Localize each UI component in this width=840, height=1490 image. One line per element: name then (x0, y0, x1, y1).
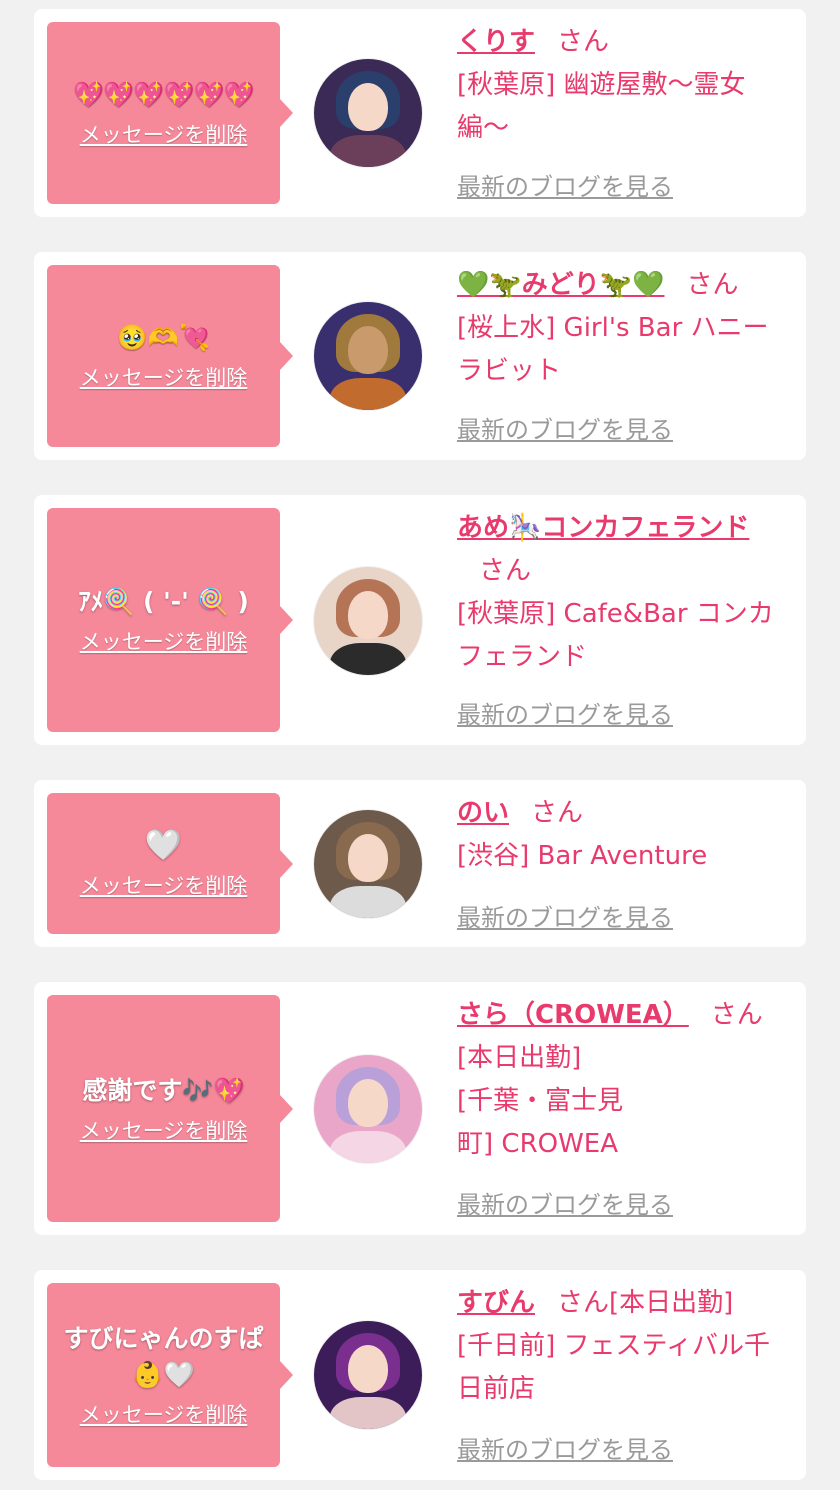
work-status: [本日出勤] (609, 1288, 734, 1318)
message-card: すびにゃんのすぱ👶🤍 メッセージを削除 すびん さん[本日出勤] [千日前] フェ… (34, 1270, 806, 1480)
shop-name: [秋葉原] Cafe&Bar コンカフェランド (457, 599, 774, 672)
cast-info: さら（CROWEA） さん [本日出勤] [千葉・富士見町] CROWEA (457, 994, 792, 1166)
message-card: 🤍 メッセージを削除 のい さん [渋谷] Bar Aventure 最新のブログ… (34, 780, 806, 947)
message-card: 🥹🫶💘 メッセージを削除 💚🦖みどり🦖💚 さん [桜上水] Girl's Bar … (34, 252, 806, 460)
avatar[interactable] (314, 1321, 422, 1429)
cast-name-link[interactable]: さら（CROWEA） (457, 1000, 689, 1030)
avatar-body (330, 1397, 406, 1429)
shop-name: [千葉・富士見町] CROWEA (457, 1086, 624, 1159)
latest-blog-link[interactable]: 最新のブログを見る (457, 410, 673, 445)
honorific: さん (531, 798, 584, 828)
delete-message-link[interactable]: メッセージを削除 (80, 119, 248, 149)
cast-name-link[interactable]: くりす (457, 27, 535, 57)
honorific: さん (557, 1288, 610, 1318)
message-bubble: 🥹🫶💘 メッセージを削除 (47, 265, 293, 447)
message-text: 💖💖💖💖💖💖 (73, 80, 255, 109)
avatar-face (348, 1079, 388, 1127)
latest-blog-link[interactable]: 最新のブログを見る (457, 898, 673, 933)
avatar[interactable] (314, 567, 422, 675)
avatar-body (330, 643, 406, 675)
delete-message-link[interactable]: メッセージを削除 (80, 870, 248, 900)
cast-info: くりす さん [秋葉原] 幽遊屋敷〜霊女編〜 (457, 21, 792, 150)
honorific: さん (710, 1000, 763, 1030)
message-text: 感謝です🎶💖 (82, 1075, 245, 1105)
delete-message-link[interactable]: メッセージを削除 (80, 626, 248, 656)
delete-message-link[interactable]: メッセージを削除 (80, 1399, 248, 1429)
latest-blog-link[interactable]: 最新のブログを見る (457, 167, 673, 202)
honorific: さん (686, 270, 739, 300)
avatar[interactable] (314, 1055, 422, 1163)
avatar[interactable] (314, 302, 422, 410)
message-card: 感謝です🎶💖 メッセージを削除 さら（CROWEA） さん [本日出勤] [千葉・… (34, 982, 806, 1235)
message-text: ｱﾒ🍭 ( '-' 🍭 ) (78, 587, 249, 616)
avatar-face (348, 834, 388, 882)
message-card: ｱﾒ🍭 ( '-' 🍭 ) メッセージを削除 あめ🎠コンカフェランドさん [秋葉… (34, 495, 806, 745)
delete-message-link[interactable]: メッセージを削除 (80, 362, 248, 392)
delete-message-link[interactable]: メッセージを削除 (80, 1115, 248, 1145)
latest-blog-link[interactable]: 最新のブログを見る (457, 695, 673, 730)
avatar-face (348, 326, 388, 374)
work-status: [本日出勤] (457, 1043, 582, 1073)
message-bubble: ｱﾒ🍭 ( '-' 🍭 ) メッセージを削除 (47, 508, 293, 732)
shop-name: [渋谷] Bar Aventure (457, 841, 708, 871)
avatar[interactable] (314, 810, 422, 918)
shop-name: [秋葉原] 幽遊屋敷〜霊女編〜 (457, 70, 746, 143)
cast-info: のい さん [渋谷] Bar Aventure (457, 792, 792, 878)
cast-info: すびん さん[本日出勤] [千日前] フェスティバル千日前店 (457, 1282, 792, 1411)
cast-info: あめ🎠コンカフェランドさん [秋葉原] Cafe&Bar コンカフェランド (457, 507, 792, 679)
message-bubble: 💖💖💖💖💖💖 メッセージを削除 (47, 22, 293, 204)
honorific: さん (557, 27, 610, 57)
avatar-body (330, 378, 406, 410)
message-text: 🥹🫶💘 (116, 323, 211, 352)
honorific: さん (479, 556, 532, 586)
message-bubble: 感謝です🎶💖 メッセージを削除 (47, 995, 293, 1222)
avatar-body (330, 135, 406, 167)
message-bubble: すびにゃんのすぱ👶🤍 メッセージを削除 (47, 1283, 293, 1467)
avatar-face (348, 591, 388, 639)
message-bubble: 🤍 メッセージを削除 (47, 793, 293, 934)
message-text: 🤍 (144, 827, 183, 863)
cast-name-link[interactable]: すびん (457, 1288, 535, 1318)
shop-name: [桜上水] Girl's Bar ハニーラビット (457, 313, 769, 386)
latest-blog-link[interactable]: 最新のブログを見る (457, 1430, 673, 1465)
cast-name-link[interactable]: あめ🎠コンカフェランド (457, 513, 749, 543)
message-card: 💖💖💖💖💖💖 メッセージを削除 くりす さん [秋葉原] 幽遊屋敷〜霊女編〜 最新… (34, 9, 806, 217)
avatar-body (330, 886, 406, 918)
cast-name-link[interactable]: 💚🦖みどり🦖💚 (457, 270, 665, 300)
message-list: 💖💖💖💖💖💖 メッセージを削除 くりす さん [秋葉原] 幽遊屋敷〜霊女編〜 最新… (0, 0, 840, 1490)
avatar[interactable] (314, 59, 422, 167)
cast-name-link[interactable]: のい (457, 798, 509, 828)
avatar-body (330, 1131, 406, 1163)
avatar-face (348, 1345, 388, 1393)
avatar-face (348, 83, 388, 131)
cast-info: 💚🦖みどり🦖💚 さん [桜上水] Girl's Bar ハニーラビット (457, 264, 792, 393)
shop-name: [千日前] フェスティバル千日前店 (457, 1331, 770, 1404)
latest-blog-link[interactable]: 最新のブログを見る (457, 1185, 673, 1220)
message-text: すびにゃんのすぱ👶🤍 (63, 1324, 264, 1389)
